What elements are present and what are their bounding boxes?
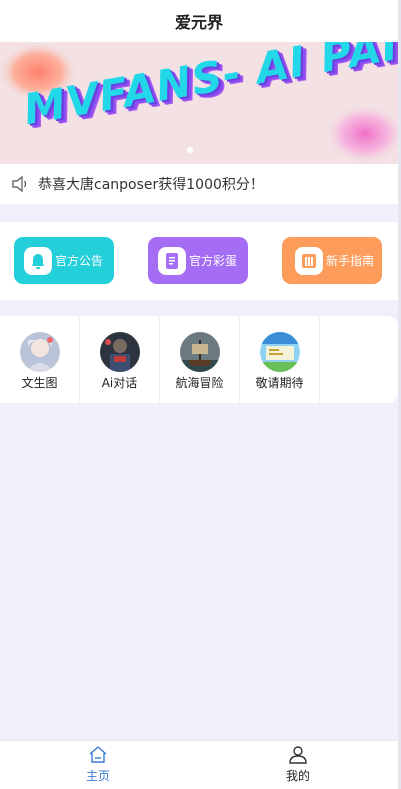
- tab-home[interactable]: 主页: [68, 745, 128, 787]
- anime-girl-avatar: [19, 332, 60, 372]
- official-easter-egg-button[interactable]: 官方彩蛋: [148, 237, 248, 284]
- bell-icon: [24, 246, 52, 275]
- notice-text: 恭喜大唐canposer获得1000积分！: [38, 177, 264, 193]
- robot-avatar: [99, 332, 140, 372]
- bottom-tab-bar: 主页 我的: [0, 740, 398, 789]
- quick-links: 官方公告 官方彩蛋 新手指南: [0, 222, 398, 300]
- feature-sea-adventure[interactable]: 航海冒险: [160, 316, 240, 403]
- carousel-indicator-dot[interactable]: [187, 147, 193, 153]
- feature-grid: 文生图 Ai对话 航海冒险 敬请期待: [0, 316, 398, 403]
- page-title: 爱元界: [174, 13, 223, 32]
- document-icon: [158, 246, 186, 275]
- pirate-ship-avatar: [179, 332, 220, 372]
- official-easter-egg-label: 官方彩蛋: [189, 254, 238, 268]
- feature-coming-soon[interactable]: 敬请期待: [240, 316, 320, 403]
- notice-bar[interactable]: 恭喜大唐canposer获得1000积分！: [0, 164, 398, 204]
- banner-carousel[interactable]: MVFANS- AI PAINTING: [0, 42, 398, 164]
- coming-soon-avatar: [259, 332, 300, 372]
- beginner-guide-label: 新手指南: [326, 254, 375, 268]
- official-announcement-label: 官方公告: [55, 254, 104, 268]
- feature-text-to-image[interactable]: 文生图: [0, 316, 80, 403]
- official-announcement-button[interactable]: 官方公告: [14, 237, 114, 284]
- user-icon: [289, 746, 307, 764]
- tab-mine-label: 我的: [285, 769, 310, 783]
- feature-label: 文生图: [21, 376, 58, 390]
- tab-home-label: 主页: [85, 769, 110, 783]
- feature-label: Ai对话: [101, 376, 138, 390]
- guide-book-icon: [295, 246, 323, 275]
- home-icon: [89, 746, 107, 763]
- beginner-guide-button[interactable]: 新手指南: [282, 237, 382, 284]
- feature-ai-chat[interactable]: Ai对话: [80, 316, 160, 403]
- speaker-icon: [12, 176, 27, 192]
- feature-label: 航海冒险: [175, 376, 224, 390]
- app-header: 爱元界: [0, 0, 398, 42]
- feature-label: 敬请期待: [255, 376, 304, 390]
- tab-mine[interactable]: 我的: [268, 745, 328, 787]
